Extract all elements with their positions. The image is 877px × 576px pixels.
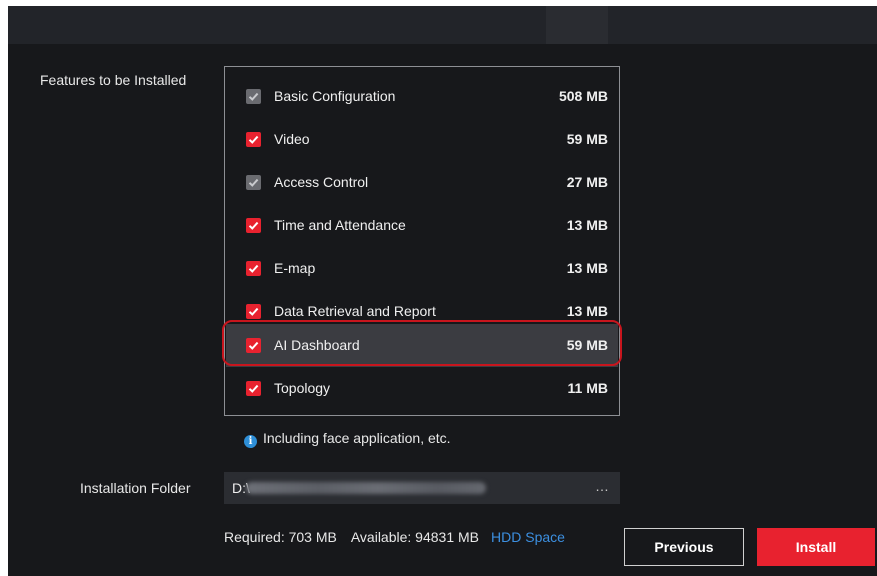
features-label: Features to be Installed [40,72,187,88]
feature-name: E-map [274,260,316,276]
feature-row[interactable]: Basic Configuration 508 MB [226,75,618,118]
checkbox-checked-icon[interactable] [246,261,261,276]
available-space: Available: 94831 MB [350,529,480,545]
feature-name: Data Retrieval and Report [274,303,436,319]
feature-size: 13 MB [566,303,608,319]
feature-name: Time and Attendance [274,217,406,233]
install-button[interactable]: Install [757,528,875,566]
checkbox-checked-icon[interactable] [246,132,261,147]
feature-list: Basic Configuration 508 MB Video 59 MB Acces… [224,66,620,416]
disk-space-info: Required: 703 MB Available: 94831 MB HDD S… [224,529,565,545]
feature-row[interactable]: E-map 13 MB [226,247,618,290]
feature-size: 508 MB [558,88,608,104]
folder-path-redacted [246,482,486,494]
installation-folder-label: Installation Folder [80,480,191,496]
required-space: Required: 703 MB [224,529,337,545]
checkbox-checked-icon[interactable] [246,338,261,353]
hdd-space-link[interactable]: HDD Space [491,529,565,545]
feature-row[interactable]: Time and Attendance 13 MB [226,204,618,247]
title-bar [8,6,877,44]
feature-row[interactable]: Video 59 MB [226,118,618,161]
feature-name: AI Dashboard [274,337,360,353]
info-icon: i [244,435,257,448]
browse-button[interactable]: … [595,478,610,494]
feature-size: 59 MB [566,337,608,353]
checkbox-locked-icon [246,175,261,190]
checkbox-checked-icon[interactable] [246,218,261,233]
feature-row[interactable]: Topology 11 MB [226,367,618,410]
checkbox-checked-icon[interactable] [246,304,261,319]
feature-size: 27 MB [566,174,608,190]
installer-window: Features to be Installed Basic Configura… [8,6,877,576]
previous-button[interactable]: Previous [624,528,744,566]
title-bar-tab [546,6,608,44]
feature-name: Access Control [274,174,369,190]
feature-name: Video [274,131,310,147]
feature-row[interactable]: Access Control 27 MB [226,161,618,204]
info-note: i Including face application, etc. [244,430,451,448]
feature-row[interactable]: AI Dashboard 59 MB [226,324,618,367]
checkbox-checked-icon[interactable] [246,381,261,396]
feature-size: 11 MB [567,380,608,396]
feature-size: 13 MB [566,217,608,233]
installation-folder-input[interactable]: D:\ … [224,472,620,504]
feature-name: Topology [274,380,331,396]
feature-size: 13 MB [566,260,608,276]
info-text: Including face application, etc. [263,430,451,446]
checkbox-locked-icon [246,89,261,104]
feature-name: Basic Configuration [274,88,396,104]
feature-size: 59 MB [566,131,608,147]
